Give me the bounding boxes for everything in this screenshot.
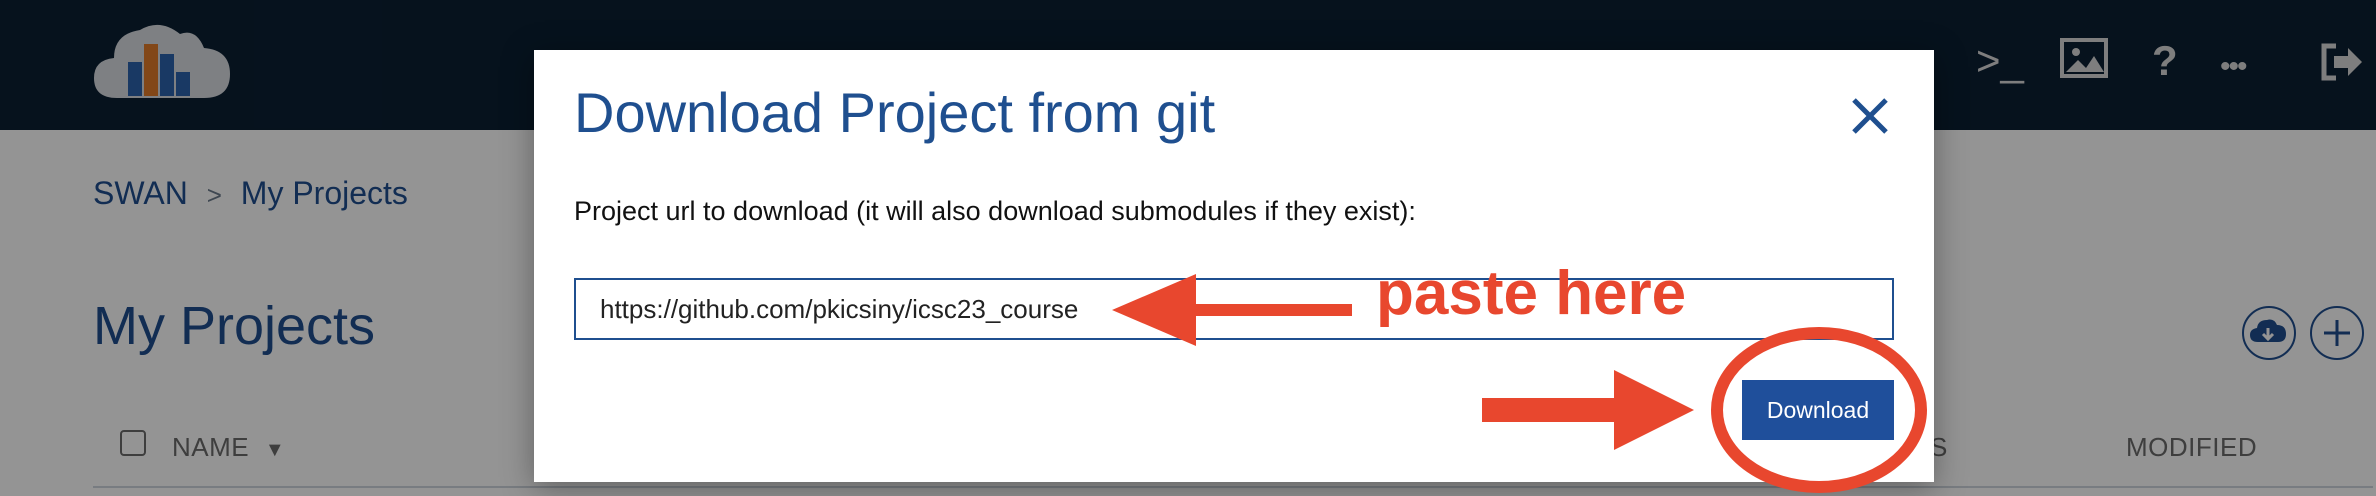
annotation-label: paste here — [1376, 259, 1687, 328]
project-url-input[interactable] — [574, 278, 1894, 340]
dialog-title: Download Project from git — [574, 81, 1216, 144]
close-icon[interactable] — [1848, 94, 1892, 138]
download-button[interactable]: Download — [1742, 380, 1894, 440]
download-project-dialog: Download Project from git Project url to… — [534, 50, 1934, 482]
project-url-label: Project url to download (it will also do… — [574, 196, 1416, 226]
